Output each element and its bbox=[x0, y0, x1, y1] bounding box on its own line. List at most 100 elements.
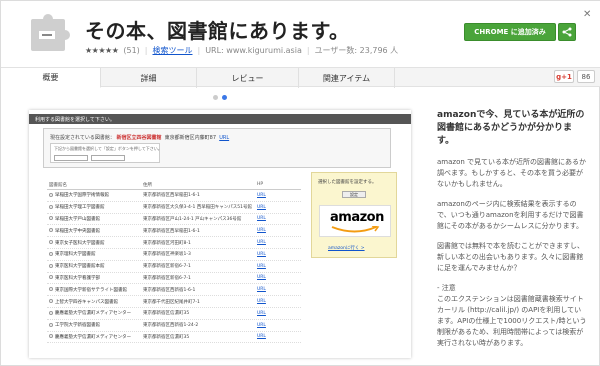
table-row[interactable]: 慶應義塾大学信濃町メディアセンター 東京都新宿区信濃町35 URL bbox=[47, 332, 301, 344]
library-hp-link[interactable]: URL bbox=[257, 323, 301, 328]
library-table: 図書館名 住所 HP 早稲田大学国際学術情報館 東京都新宿区西早稲田1-6-1 UR… bbox=[47, 180, 301, 344]
library-name: 慶應義塾大学信濃町メディアセンター bbox=[55, 311, 132, 317]
library-address: 東京都新宿区河田町8-1 bbox=[143, 240, 191, 246]
library-name-cell: 工学院大学新宿図書館 bbox=[47, 322, 143, 328]
radio-button[interactable] bbox=[49, 322, 53, 327]
radio-button[interactable] bbox=[49, 263, 53, 268]
table-row[interactable]: 東京医科大学看護学部 東京都新宿区新宿6-7-1 URL bbox=[47, 273, 301, 285]
radio-button[interactable] bbox=[49, 275, 53, 280]
library-hp-link[interactable]: URL bbox=[257, 275, 301, 280]
description-title: amazonで今、見ている本が近所の図書館にあるかどうかが分かります。 bbox=[437, 110, 585, 146]
column-header: 図書館名 bbox=[49, 182, 67, 188]
table-row[interactable]: 東京理科大学図書館 東京都新宿区神楽坂1-3 URL bbox=[47, 249, 301, 261]
amazon-smile-icon bbox=[331, 226, 380, 233]
set-library-button[interactable]: 設定 bbox=[342, 191, 366, 198]
library-name-cell: 慶應義塾大学信濃町メディアセンター bbox=[47, 334, 143, 340]
library-name: 東京医科大学看護学部 bbox=[55, 275, 100, 281]
radio-button[interactable] bbox=[49, 299, 53, 304]
radio-button[interactable] bbox=[49, 240, 53, 245]
description-paragraph: 図書館では無料で本を読むことができますし、新しい本との出会いもあります。久々に図… bbox=[437, 242, 584, 272]
table-row[interactable]: 早稲田大学国際学術情報館 東京都新宿区西早稲田1-6-1 URL bbox=[47, 190, 301, 202]
library-name: 工学院大学新宿図書館 bbox=[55, 323, 100, 329]
library-name: 東京医科大学図書館本館 bbox=[55, 264, 105, 270]
table-row[interactable]: 早稲田大学戸山図書館 東京都新宿区戸山1-24-1 戸山キャンパス36号館 URL bbox=[47, 214, 301, 226]
description-paragraph: amazon で見ている本が近所の図書館にあるか調べます。もしかすると、その本を… bbox=[437, 158, 587, 188]
gplus-button[interactable]: g+1 bbox=[554, 70, 574, 83]
library-hp-link[interactable]: URL bbox=[257, 228, 301, 233]
library-hp-link[interactable]: URL bbox=[257, 193, 301, 198]
description-panel: amazonで今、見ている本が近所の図書館にあるかどうかが分かります。 amaz… bbox=[437, 109, 587, 358]
library-hp-link[interactable]: URL bbox=[257, 216, 301, 221]
amazon-logo: amazon bbox=[330, 210, 384, 225]
column-header: 住所 bbox=[143, 182, 152, 188]
radio-button[interactable] bbox=[49, 192, 53, 197]
table-row[interactable]: 早稲田大学理工学図書館 東京都新宿区大久保3-4-1 西早稲田キャンパス51号館 U… bbox=[47, 202, 301, 214]
carousel-dot-active[interactable] bbox=[222, 95, 227, 100]
set-library-panel: 選択した図書館を設定する。 設定 amazon amazonに行く > bbox=[311, 172, 397, 258]
library-name-cell: 慶應義塾大学信濃町メディアセンター bbox=[47, 310, 143, 316]
city-select[interactable] bbox=[91, 155, 125, 161]
library-name: 東京女子医科大学図書館 bbox=[55, 240, 105, 246]
radio-button[interactable] bbox=[49, 251, 53, 256]
current-library-line: 現在設定されている図書館： 新宿区立四谷図書館 東京都新宿区内藤町87 URL bbox=[50, 134, 229, 141]
library-name: 早稲田大学国際学術情報館 bbox=[55, 193, 109, 199]
extension-url[interactable]: URL: www.kigurumi.asia bbox=[205, 46, 302, 55]
table-row[interactable]: 東京国際大学新宿サテライト図書館 東京都新宿区西新宿1-6-1 URL bbox=[47, 284, 301, 297]
table-header: 図書館名 住所 HP bbox=[47, 180, 301, 190]
table-row[interactable]: 東京女子医科大学図書館 東京都新宿区河田町8-1 URL bbox=[47, 237, 301, 249]
divider: | bbox=[144, 46, 148, 55]
library-name-cell: 早稲田大学理工学図書館 bbox=[47, 204, 143, 210]
radio-button[interactable] bbox=[49, 287, 53, 292]
library-hp-link[interactable]: URL bbox=[257, 311, 301, 316]
tab-reviews[interactable]: レビュー bbox=[197, 68, 299, 88]
radio-button[interactable] bbox=[49, 204, 53, 209]
radio-button[interactable] bbox=[49, 310, 53, 315]
library-hp-link[interactable]: URL bbox=[257, 287, 301, 292]
library-name-cell: 東京医科大学図書館本館 bbox=[47, 263, 143, 269]
table-row[interactable]: 工学院大学新宿図書館 東京都新宿区西新宿1-24-2 URL bbox=[47, 320, 301, 332]
category-link[interactable]: 検索ツール bbox=[152, 45, 192, 56]
rating-count[interactable]: (51) bbox=[123, 46, 139, 55]
library-address: 東京都新宿区戸山1-24-1 戸山キャンパス36号館 bbox=[143, 216, 242, 222]
library-address: 東京都新宿区信濃町35 bbox=[143, 311, 190, 317]
close-icon[interactable]: ✕ bbox=[583, 9, 591, 20]
library-hp-link[interactable]: URL bbox=[257, 299, 301, 304]
tab-overview[interactable]: 概要 bbox=[1, 68, 101, 88]
carousel-dots bbox=[213, 95, 227, 100]
table-row[interactable]: 早稲田大学中央図書館 東京都新宿区西早稲田1-6-1 URL bbox=[47, 225, 301, 238]
library-name-cell: 東京理科大学図書館 bbox=[47, 251, 143, 257]
library-address: 東京都新宿区神楽坂1-3 bbox=[143, 252, 191, 258]
library-name-cell: 上智大学四谷キャンパス図書館 bbox=[47, 299, 143, 305]
library-name-cell: 東京国際大学新宿サテライト図書館 bbox=[47, 287, 143, 293]
radio-button[interactable] bbox=[49, 228, 53, 233]
radio-button[interactable] bbox=[49, 216, 53, 221]
current-library-url[interactable]: URL bbox=[219, 135, 229, 141]
library-hp-link[interactable]: URL bbox=[257, 334, 301, 339]
table-row[interactable]: 上智大学四谷キャンパス図書館 東京都千代田区紀尾井町7-1 URL bbox=[47, 296, 301, 308]
user-count: ユーザー数: 23,796 人 bbox=[314, 46, 399, 55]
tab-details[interactable]: 詳細 bbox=[101, 68, 197, 88]
share-button[interactable] bbox=[558, 23, 576, 41]
install-button[interactable]: CHROME に追加済み bbox=[464, 23, 556, 41]
library-name-cell: 早稲田大学戸山図書館 bbox=[47, 216, 143, 222]
radio-button[interactable] bbox=[49, 334, 53, 339]
library-hp-link[interactable]: URL bbox=[257, 205, 301, 210]
current-library-box: 現在設定されている図書館： 新宿区立四谷図書館 東京都新宿区内藤町87 URL … bbox=[43, 128, 391, 168]
library-address: 東京都新宿区信濃町35 bbox=[143, 334, 190, 340]
library-hp-link[interactable]: URL bbox=[257, 252, 301, 257]
library-name: 東京国際大学新宿サテライト図書館 bbox=[55, 287, 127, 293]
table-row[interactable]: 慶應義塾大学信濃町メディアセンター 東京都新宿区信濃町35 URL bbox=[47, 308, 301, 320]
library-selector-instructions: 下記から図書館を選択して「設定」ボタンを押して下さい。 bbox=[54, 146, 162, 151]
tab-related[interactable]: 関連アイテム bbox=[299, 68, 395, 88]
screenshot-preview[interactable]: 利用する図書館を選択して下さい。 現在設定されている図書館： 新宿区立四谷図書館… bbox=[29, 110, 411, 358]
library-name-cell: 早稲田大学中央図書館 bbox=[47, 228, 143, 234]
amazon-link[interactable]: amazonに行く > bbox=[328, 245, 365, 251]
carousel-dot[interactable] bbox=[213, 95, 218, 100]
library-hp-link[interactable]: URL bbox=[257, 240, 301, 245]
library-name-cell: 東京医科大学看護学部 bbox=[47, 275, 143, 281]
library-address: 東京都千代田区紀尾井町7-1 bbox=[143, 299, 200, 305]
share-icon bbox=[562, 27, 572, 37]
library-hp-link[interactable]: URL bbox=[257, 264, 301, 269]
table-row[interactable]: 東京医科大学図書館本館 東京都新宿区新宿6-7-1 URL bbox=[47, 261, 301, 273]
prefecture-select[interactable] bbox=[54, 155, 88, 161]
